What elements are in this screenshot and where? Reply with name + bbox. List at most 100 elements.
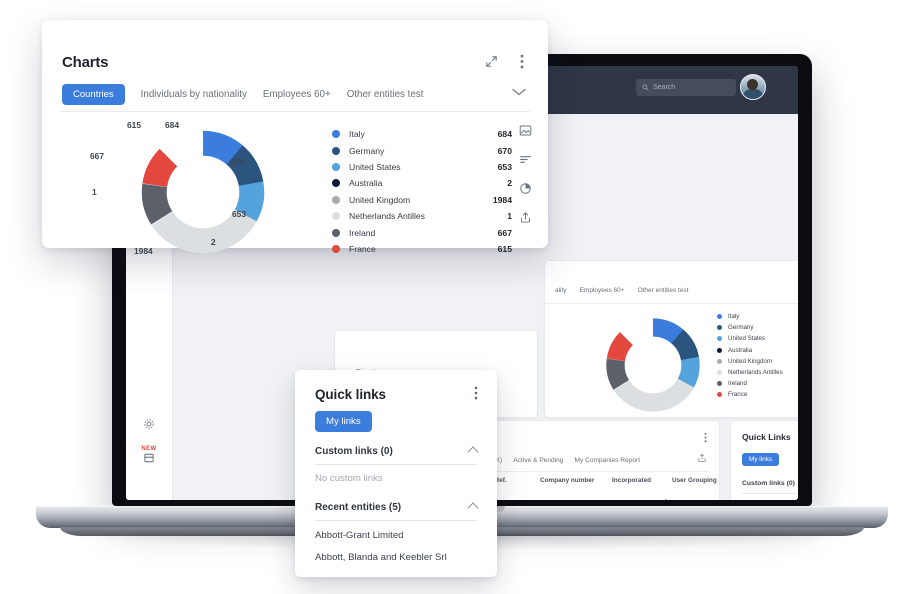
column-header-user-grouping[interactable]: User Grouping (672, 477, 717, 484)
bg-tab-1[interactable]: Employees 60+ (580, 287, 625, 294)
charts-panel: Charts Countries Individuals by national… (42, 20, 548, 256)
tab-employees-60-plus[interactable]: Employees 60+ (263, 89, 331, 100)
legend-item-italy[interactable]: Italy 684 (332, 126, 512, 142)
sidebar-item-new[interactable]: NEW (126, 446, 172, 464)
cell-user-grouping: - (665, 496, 668, 500)
legend-swatch (332, 146, 340, 155)
quick-links-title: Quick Links (742, 432, 791, 442)
data-label-ireland: 667 (90, 151, 104, 161)
custom-links-section[interactable]: Custom links (0) (315, 445, 479, 458)
export-icon[interactable] (519, 211, 532, 224)
more-vertical-icon[interactable] (704, 432, 707, 443)
legend-swatch (717, 314, 722, 320)
quick-links-card: Quick Links My links Custom links (0) No… (730, 420, 798, 500)
scene: Search NEW ality Employees 60+ Other ent… (0, 0, 902, 594)
avatar[interactable] (740, 74, 766, 100)
export-icon[interactable] (697, 453, 707, 463)
my-links-button[interactable]: My links (315, 411, 372, 432)
chart-tools (519, 124, 532, 224)
bar-chart-icon[interactable] (519, 153, 532, 166)
tables-tab-2[interactable]: Active & Pending (513, 457, 563, 464)
legend-item-france[interactable]: France 615 (332, 241, 512, 257)
data-label-italy: 684 (165, 120, 179, 130)
sidebar-item-settings[interactable] (126, 418, 172, 430)
custom-links-section[interactable]: Custom links (0) (742, 479, 798, 487)
search-input[interactable]: Search (636, 79, 736, 96)
legend-value: 667 (497, 227, 512, 238)
tab-other-entities-test[interactable]: Other entities test (347, 89, 424, 100)
my-links-button[interactable]: My links (742, 453, 780, 466)
bg-divider (545, 303, 798, 304)
bg-legend-row: Australia2 (717, 345, 798, 356)
legend-label: Australia (728, 346, 753, 354)
legend-value: 670 (497, 145, 512, 156)
column-header-company-number[interactable]: Company number (540, 477, 594, 484)
chevron-up-icon[interactable] (467, 445, 479, 458)
legend-swatch (332, 130, 340, 139)
legend-swatch (717, 336, 722, 342)
background-charts-card: ality Employees 60+ Other entities test (544, 260, 798, 418)
legend-swatch (717, 370, 722, 376)
legend-label: Australia (349, 178, 383, 189)
legend-item-australia[interactable]: Australia 2 (332, 175, 512, 191)
bg-legend-row: United States653 (717, 333, 798, 344)
data-label-united-kingdom: 1984 (134, 246, 153, 256)
legend-swatch (332, 195, 340, 204)
legend-swatch (717, 347, 722, 353)
legend-item-germany[interactable]: Germany 670 (332, 142, 512, 158)
bg-tab-2[interactable]: Other entities test (638, 287, 689, 294)
legend-value: 1984 (492, 194, 512, 205)
legend-item-united-kingdom[interactable]: United Kingdom 1984 (332, 192, 512, 208)
expand-icon[interactable] (485, 55, 498, 68)
section-divider (315, 464, 477, 465)
legend-swatch (332, 228, 340, 237)
tab-individuals-by-nationality[interactable]: Individuals by nationality (141, 89, 247, 100)
legend-label: United Kingdom (349, 194, 411, 205)
recent-entity-item[interactable]: Abbott-Grant Limited (315, 530, 404, 541)
legend-label: United States (728, 335, 766, 343)
column-header-incorporated[interactable]: Incorporated (612, 477, 651, 484)
bg-charts-header (545, 261, 798, 289)
legend-label: United States (349, 161, 401, 172)
custom-links-label: Custom links (0) (315, 446, 393, 457)
legend-label: Netherlands Antilles (728, 369, 783, 377)
legend-value: 653 (497, 161, 512, 172)
more-vertical-icon[interactable] (520, 54, 524, 69)
bg-tab-0[interactable]: ality (555, 287, 567, 294)
legend-label: France (728, 391, 748, 399)
more-vertical-icon[interactable] (474, 386, 478, 400)
bg-donut-chart (601, 315, 705, 415)
recent-entities-section[interactable]: Recent entities (5) (315, 501, 479, 514)
legend-swatch (332, 212, 340, 221)
legend-item-ireland[interactable]: Ireland 667 (332, 224, 512, 240)
charts-tabs: Countries Individuals by nationality Emp… (62, 84, 423, 105)
bg-legend-row: Ireland667 (717, 378, 798, 389)
legend-swatch (332, 179, 340, 188)
bg-legend: Italy684 Germany670 United States653 Aus… (717, 311, 798, 401)
recent-entities-label: Recent entities (5) (315, 502, 402, 513)
image-icon[interactable] (519, 124, 532, 137)
data-label-germany: 670 (231, 157, 245, 167)
bg-legend-row: France615 (717, 389, 798, 400)
search-icon (642, 84, 649, 91)
legend-item-netherlands-antilles[interactable]: Netherlands Antilles 1 (332, 208, 512, 224)
legend-swatch (332, 244, 340, 253)
legend-label: United Kingdom (728, 357, 773, 365)
legend-item-united-states[interactable]: United States 653 (332, 159, 512, 175)
bg-charts-tabs: ality Employees 60+ Other entities test (555, 287, 689, 294)
donut-chart: 684 670 653 2 1984 1 667 615 (90, 117, 304, 267)
tab-countries[interactable]: Countries (62, 84, 125, 105)
legend-label: Italy (349, 129, 365, 140)
page-title: Charts (62, 54, 109, 71)
tables-tab-3[interactable]: My Companies Report (574, 457, 640, 464)
chevron-up-icon[interactable] (467, 501, 479, 514)
legend-value: 684 (497, 129, 512, 140)
section-divider (742, 493, 798, 494)
legend-label: France (349, 243, 376, 254)
chevron-down-icon[interactable] (512, 88, 526, 96)
data-label-france: 615 (127, 120, 141, 130)
legend-swatch (332, 162, 340, 171)
pie-chart-icon[interactable] (519, 182, 532, 195)
legend-swatch (717, 381, 722, 387)
recent-entity-item[interactable]: Abbott, Blanda and Keebler Srl (315, 552, 447, 563)
